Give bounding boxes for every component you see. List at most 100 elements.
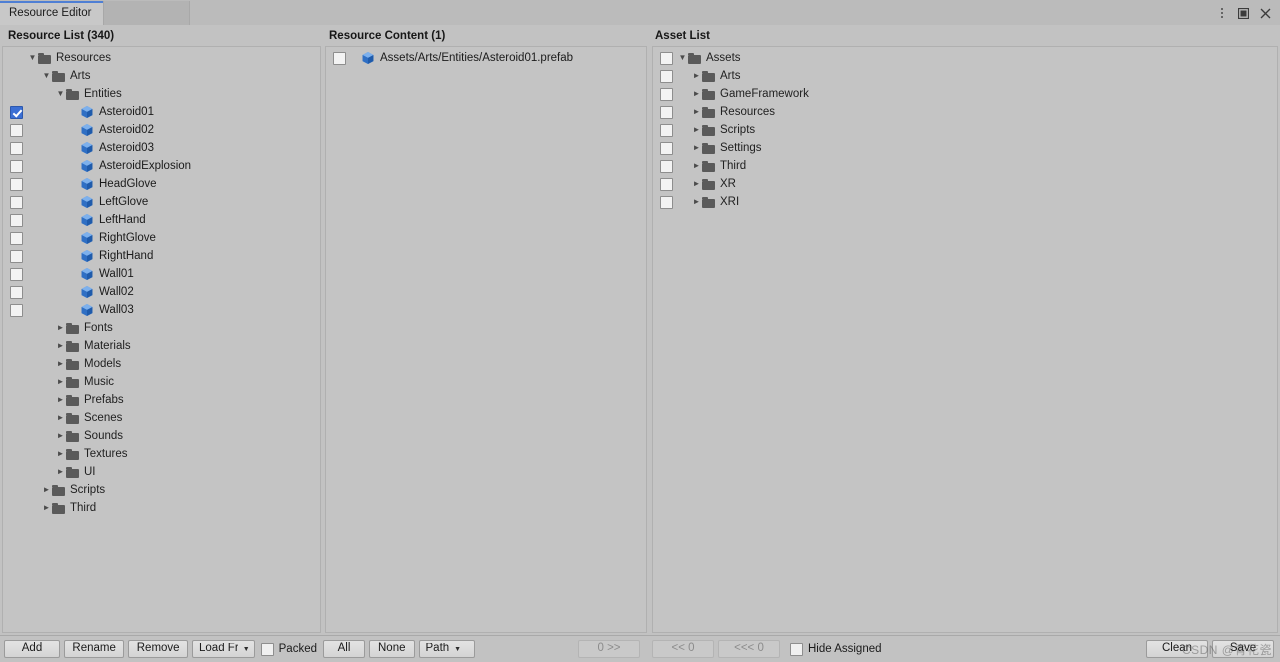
row-checkbox[interactable] [10, 231, 23, 245]
tree-row[interactable]: ▼ Resources [3, 49, 320, 67]
chevron-right-icon[interactable]: ► [55, 396, 66, 404]
add-button[interactable]: Add [4, 640, 60, 658]
tree-row[interactable]: ► XRI [653, 193, 1277, 211]
chevron-right-icon[interactable]: ► [691, 126, 702, 134]
tree-row[interactable]: ►RightHand [3, 247, 320, 265]
resource-content-panel[interactable]: ►Assets/Arts/Entities/Asteroid01.prefab [325, 46, 647, 633]
tree-row[interactable]: ► XR [653, 175, 1277, 193]
chevron-right-icon[interactable]: ► [691, 144, 702, 152]
tree-row[interactable]: ► Scripts [653, 121, 1277, 139]
select-none-button[interactable]: None [369, 640, 415, 658]
chevron-down-icon[interactable]: ▼ [677, 54, 688, 62]
tree-row[interactable]: ►Wall03 [3, 301, 320, 319]
maximize-icon[interactable] [1237, 7, 1250, 20]
row-checkbox[interactable] [10, 213, 23, 227]
row-checkbox[interactable] [10, 105, 23, 119]
tree-row[interactable]: ►LeftHand [3, 211, 320, 229]
chevron-right-icon[interactable]: ► [691, 108, 702, 116]
row-checkbox[interactable] [660, 87, 673, 101]
row-checkbox[interactable] [660, 159, 673, 173]
chevron-right-icon[interactable]: ► [55, 450, 66, 458]
row-checkbox[interactable] [10, 303, 23, 317]
row-checkbox[interactable] [10, 159, 23, 173]
tab-resource-editor[interactable]: Resource Editor [0, 1, 105, 25]
chevron-right-icon[interactable]: ► [691, 72, 702, 80]
tree-row[interactable]: ► Materials [3, 337, 320, 355]
row-checkbox[interactable] [10, 123, 23, 137]
row-checkbox[interactable] [10, 285, 23, 299]
tree-row[interactable]: ►Asteroid03 [3, 139, 320, 157]
remove-button[interactable]: Remove [128, 640, 189, 658]
asset-list-panel[interactable]: ▼ Assets ► Arts ► GameFramework ► Resources ► Scr… [652, 46, 1278, 633]
assign-back-button[interactable]: << 0 [652, 640, 714, 658]
chevron-down-icon[interactable]: ▼ [41, 72, 52, 80]
rename-button[interactable]: Rename [64, 640, 125, 658]
tree-row[interactable]: ► Fonts [3, 319, 320, 337]
tree-row[interactable]: ► GameFramework [653, 85, 1277, 103]
row-checkbox[interactable] [660, 177, 673, 191]
resource-list-panel[interactable]: ▼Resources▼Arts▼Entities►Asteroid01►Aste… [2, 46, 321, 633]
row-checkbox[interactable] [660, 195, 673, 209]
chevron-down-icon[interactable]: ▼ [27, 54, 38, 62]
chevron-right-icon[interactable]: ► [55, 324, 66, 332]
packed-checkbox[interactable]: Packed [260, 642, 317, 656]
row-checkbox[interactable] [333, 51, 346, 65]
chevron-right-icon[interactable]: ► [55, 378, 66, 386]
assign-back-all-button[interactable]: <<< 0 [718, 640, 780, 658]
save-button[interactable]: Save [1212, 640, 1274, 658]
chevron-down-icon[interactable]: ▼ [55, 90, 66, 98]
row-checkbox[interactable] [660, 69, 673, 83]
row-checkbox[interactable] [10, 141, 23, 155]
load-from-dropdown[interactable]: Load Fror ▼ [192, 640, 255, 658]
tree-row[interactable]: ► Third [653, 157, 1277, 175]
tree-row[interactable]: ► Scripts [3, 481, 320, 499]
chevron-right-icon[interactable]: ► [55, 468, 66, 476]
chevron-right-icon[interactable]: ► [55, 342, 66, 350]
tree-row[interactable]: ►Assets/Arts/Entities/Asteroid01.prefab [326, 49, 646, 67]
chevron-right-icon[interactable]: ► [691, 180, 702, 188]
tree-row[interactable]: ► UI [3, 463, 320, 481]
chevron-right-icon[interactable]: ► [691, 90, 702, 98]
tree-row[interactable]: ► Scenes [3, 409, 320, 427]
tree-row[interactable]: ►RightGlove [3, 229, 320, 247]
clean-button[interactable]: Clean [1146, 640, 1208, 658]
tree-row[interactable]: ►HeadGlove [3, 175, 320, 193]
tree-row[interactable]: ► Prefabs [3, 391, 320, 409]
tree-row[interactable]: ►AsteroidExplosion [3, 157, 320, 175]
hide-assigned-checkbox[interactable]: Hide Assigned [790, 642, 882, 656]
tree-row[interactable]: ►Wall02 [3, 283, 320, 301]
tree-row[interactable]: ►LeftGlove [3, 193, 320, 211]
chevron-right-icon[interactable]: ► [691, 198, 702, 206]
chevron-right-icon[interactable]: ► [691, 162, 702, 170]
tree-row[interactable]: ►Wall01 [3, 265, 320, 283]
tree-row[interactable]: ► Arts [653, 67, 1277, 85]
kebab-menu-icon[interactable] [1215, 7, 1228, 20]
tree-row[interactable]: ► Models [3, 355, 320, 373]
row-checkbox[interactable] [10, 195, 23, 209]
chevron-right-icon[interactable]: ► [55, 414, 66, 422]
row-checkbox[interactable] [660, 123, 673, 137]
chevron-right-icon[interactable]: ► [41, 486, 52, 494]
close-icon[interactable] [1259, 7, 1272, 20]
row-checkbox[interactable] [660, 141, 673, 155]
chevron-right-icon[interactable]: ► [41, 504, 52, 512]
tree-row[interactable]: ▼ Assets [653, 49, 1277, 67]
row-checkbox[interactable] [660, 51, 673, 65]
path-dropdown[interactable]: Path ▼ [418, 640, 475, 658]
tree-row[interactable]: ▼ Arts [3, 67, 320, 85]
chevron-right-icon[interactable]: ► [55, 360, 66, 368]
row-checkbox[interactable] [10, 249, 23, 263]
select-all-button[interactable]: All [323, 640, 365, 658]
tree-row[interactable]: ►Asteroid02 [3, 121, 320, 139]
tree-row[interactable]: ► Resources [653, 103, 1277, 121]
tree-row[interactable]: ► Settings [653, 139, 1277, 157]
row-checkbox[interactable] [10, 267, 23, 281]
tree-row[interactable]: ► Music [3, 373, 320, 391]
tree-row[interactable]: ► Third [3, 499, 320, 517]
tree-row[interactable]: ► Textures [3, 445, 320, 463]
assign-forward-button[interactable]: 0 >> [578, 640, 640, 658]
row-checkbox[interactable] [660, 105, 673, 119]
tree-row[interactable]: ►Asteroid01 [3, 103, 320, 121]
row-checkbox[interactable] [10, 177, 23, 191]
tree-row[interactable]: ► Sounds [3, 427, 320, 445]
